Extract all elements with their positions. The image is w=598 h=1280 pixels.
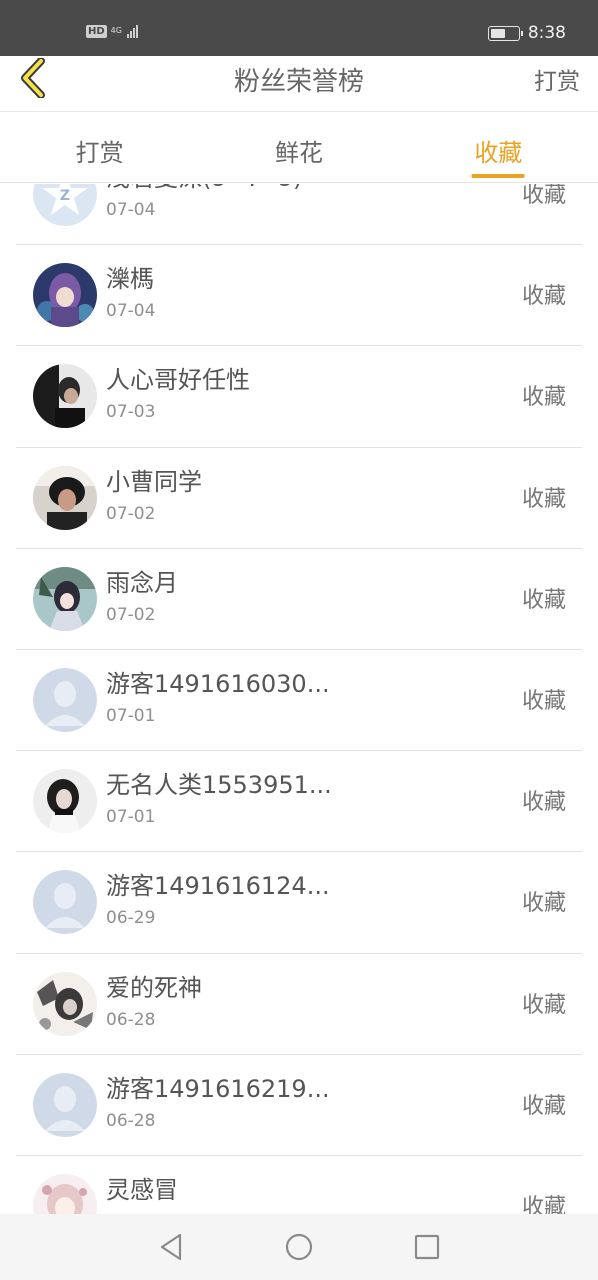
fan-list-content: Z浅若夏沫(๑• . •๑)07-04收藏濼榪07-04收藏人心哥好任性07-0… — [0, 184, 598, 1214]
avatar[interactable] — [33, 667, 97, 732]
fan-date: 07-01 — [106, 705, 156, 726]
status-bar: HD 4G 8:38 — [0, 0, 598, 56]
nav-bar: 粉丝荣誉榜 打赏 — [0, 56, 598, 112]
back-triangle-icon — [160, 1233, 182, 1261]
clock: 8:38 — [527, 23, 566, 43]
avatar[interactable] — [33, 769, 97, 834]
action-label: 收藏 — [521, 1194, 566, 1214]
fan-date: 07-02 — [106, 503, 156, 524]
fan-name: 游客1491616124... — [106, 872, 330, 901]
system-recents-button[interactable] — [363, 1214, 491, 1280]
fan-list-item[interactable]: 小曹同学 07-02 收藏 — [16, 448, 582, 549]
fan-list-item[interactable]: 游客1491616219... 06-28 收藏 — [16, 1055, 582, 1156]
avatar[interactable] — [33, 566, 97, 631]
home-circle-icon — [285, 1233, 313, 1261]
tab-bar: 打赏 鲜花 收藏 — [0, 113, 598, 183]
fan-name: 浅若夏沫(๑• . •๑) — [106, 184, 302, 197]
tab-label: 鲜花 — [274, 139, 323, 167]
fan-name: 灵感冒 — [106, 1175, 178, 1204]
fan-name: 濼榪 — [106, 265, 154, 294]
active-tab-indicator — [471, 174, 525, 178]
fan-name: 游客1491616030... — [106, 669, 330, 698]
network-label: 4G — [110, 26, 122, 35]
system-nav-bar — [0, 1214, 598, 1280]
fan-date: 07-01 — [106, 807, 156, 828]
action-label: 收藏 — [521, 587, 566, 613]
fan-list-item[interactable]: Z 浅若夏沫(๑• . •๑) 07-04 收藏 — [16, 184, 582, 246]
page-title: 粉丝荣誉榜 — [233, 67, 364, 97]
fan-date: 07-03 — [106, 402, 156, 423]
fan-date: 06-28 — [106, 1009, 156, 1030]
fan-name: 小曹同学 — [106, 467, 202, 496]
fan-date: 07-04 — [106, 200, 156, 220]
fan-list[interactable]: Z浅若夏沫(๑• . •๑)07-04收藏濼榪07-04收藏人心哥好任性07-0… — [0, 184, 598, 1214]
avatar[interactable] — [33, 1173, 97, 1214]
fan-name: 人心哥好任性 — [106, 366, 250, 395]
action-label: 收藏 — [521, 284, 566, 310]
recents-square-icon — [414, 1234, 440, 1260]
action-label: 收藏 — [521, 1093, 566, 1119]
tab-favorites[interactable]: 收藏 — [399, 113, 598, 182]
avatar[interactable] — [33, 465, 97, 530]
fan-list-item[interactable]: 人心哥好任性 07-03 收藏 — [16, 346, 582, 448]
fan-date: 07-02 — [106, 604, 156, 625]
avatar[interactable] — [33, 870, 97, 935]
fan-list-item[interactable]: 无名人类1553951... 07-01 收藏 — [16, 751, 582, 853]
fan-list-item[interactable]: 爱的死神 06-28 收藏 — [16, 954, 582, 1055]
fan-name: 游客1491616219... — [106, 1074, 330, 1103]
status-right: 8:38 — [487, 23, 566, 43]
action-label: 收藏 — [521, 992, 566, 1018]
signal-icon — [126, 24, 138, 38]
tab-flowers[interactable]: 鲜花 — [199, 113, 398, 182]
battery-fill — [490, 28, 506, 38]
status-indicators: HD 4G — [86, 24, 138, 38]
action-label: 收藏 — [521, 790, 566, 816]
fan-list-item[interactable]: 游客1491616030... 07-01 收藏 — [16, 650, 582, 752]
hd-badge: HD — [86, 24, 107, 38]
action-label: 收藏 — [521, 486, 566, 512]
fan-name: 爱的死神 — [106, 973, 202, 1002]
svg-text:Z: Z — [60, 188, 70, 204]
tab-label: 收藏 — [474, 139, 523, 167]
fan-date: 06-28 — [106, 1110, 156, 1131]
action-label: 收藏 — [521, 385, 566, 411]
avatar[interactable] — [33, 364, 97, 429]
avatar[interactable]: Z — [33, 184, 97, 226]
avatar[interactable] — [33, 971, 97, 1036]
fan-list-item[interactable]: 濼榪 07-04 收藏 — [16, 245, 582, 347]
action-label: 收藏 — [521, 688, 566, 714]
reward-button[interactable]: 打赏 — [534, 62, 580, 96]
system-home-button[interactable] — [235, 1214, 363, 1280]
tab-label: 打赏 — [75, 139, 124, 167]
fan-date: 06-29 — [106, 908, 156, 929]
system-back-button[interactable] — [107, 1214, 235, 1280]
fan-name: 雨念月 — [106, 568, 178, 597]
action-label: 收藏 — [521, 891, 566, 917]
fan-date: 07-04 — [106, 301, 156, 322]
tab-reward[interactable]: 打赏 — [0, 113, 199, 182]
fan-list-item[interactable]: 游客1491616124... 06-29 收藏 — [16, 852, 582, 954]
action-label: 收藏 — [521, 184, 566, 208]
fan-list-item[interactable]: 雨念月 07-02 收藏 — [16, 549, 582, 650]
avatar[interactable] — [33, 1072, 97, 1137]
fan-name: 无名人类1553951... — [106, 771, 332, 800]
avatar[interactable] — [33, 263, 97, 328]
battery-icon — [487, 25, 523, 41]
fan-list-item[interactable]: 灵感冒收藏 — [16, 1156, 582, 1214]
